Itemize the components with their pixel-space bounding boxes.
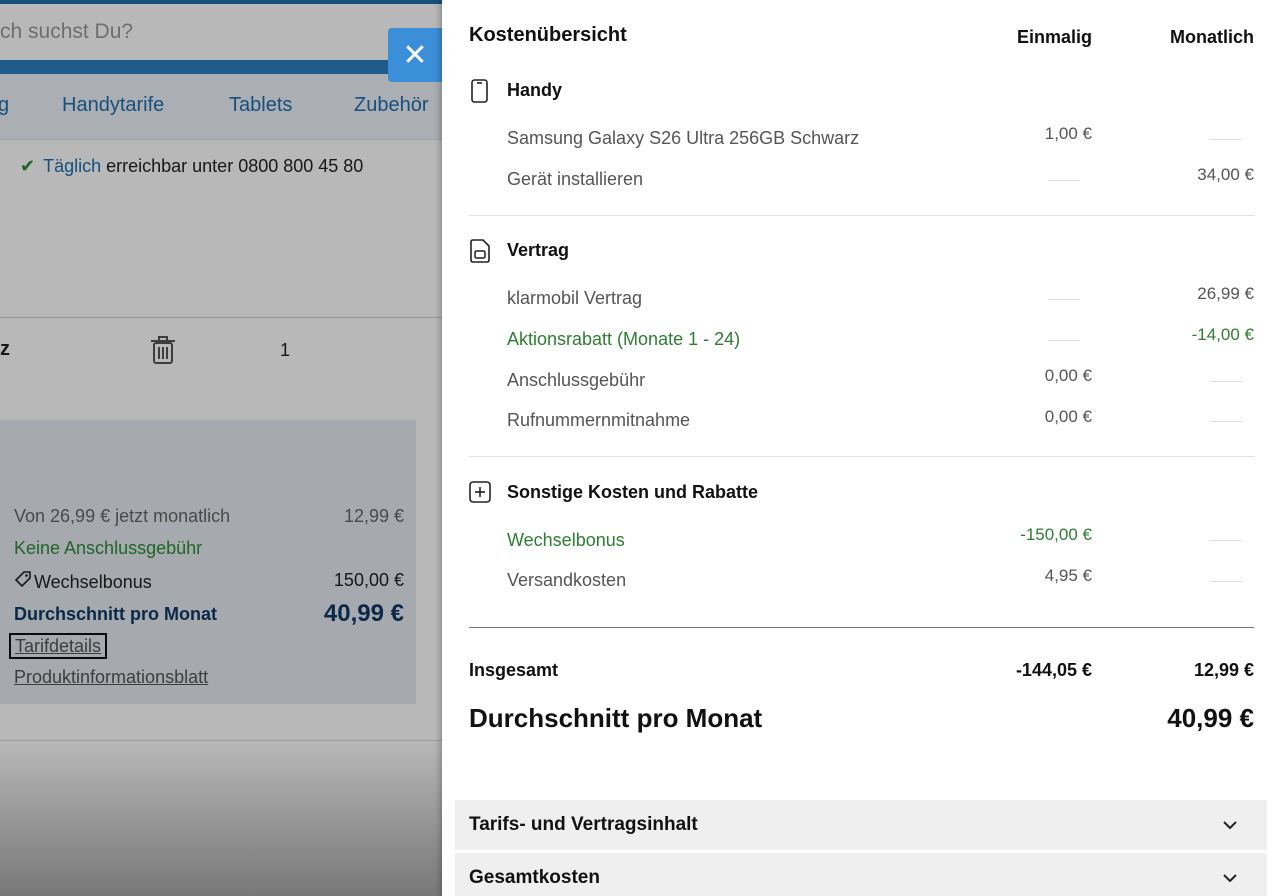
section-title-handy: Handy (507, 80, 563, 100)
cost-item-monthly: 26,99 € (1197, 284, 1254, 303)
accordion-label: Gesamtkosten (469, 867, 600, 888)
cost-overview-drawer: Kostenübersicht Einmalig Monatlich Handy… (442, 0, 1280, 896)
close-button[interactable]: ✕ (388, 28, 442, 82)
total-once: -144,05 € (1015, 660, 1092, 680)
cost-item-once: 0,00 € (1044, 407, 1092, 426)
cost-item-label: Samsung Galaxy S26 Ultra 256GB Schwarz (507, 128, 860, 148)
empty-value-dash (1210, 581, 1242, 582)
sim-card-icon (470, 239, 490, 263)
close-icon: ✕ (402, 38, 428, 72)
column-header-once: Einmalig (1016, 27, 1092, 47)
cost-item-once: 1,00 € (1044, 124, 1092, 143)
accordion-gesamtkosten[interactable]: Gesamtkosten (455, 853, 1267, 896)
drawer-title: Kostenübersicht (469, 24, 627, 46)
average-value: 40,99 € (1167, 703, 1254, 733)
total-label: Insgesamt (469, 660, 559, 680)
cost-item-once: 0,00 € (1044, 366, 1092, 385)
cost-item-monthly-discount: -14,00 € (1191, 325, 1254, 344)
empty-value-dash (1048, 180, 1080, 181)
chevron-down-icon (1223, 874, 1237, 883)
empty-value-dash (1210, 540, 1242, 541)
cost-item-label: Rufnummernmitnahme (507, 410, 691, 430)
cost-item-label: Versandkosten (507, 570, 627, 590)
empty-value-dash (1210, 381, 1242, 382)
plus-square-icon (469, 481, 491, 503)
cost-item-once-discount: -150,00 € (1020, 525, 1092, 544)
section-divider (469, 215, 1254, 216)
cost-item-monthly: 34,00 € (1197, 165, 1254, 184)
total-monthly: 12,99 € (1193, 660, 1254, 680)
phone-icon (471, 79, 488, 103)
empty-value-dash (1210, 139, 1242, 140)
total-divider (469, 627, 1254, 628)
section-divider (469, 456, 1254, 457)
empty-value-dash (1048, 340, 1080, 341)
cost-item-label-discount: Wechselbonus (507, 530, 625, 550)
empty-value-dash (1048, 299, 1080, 300)
cost-item-label: Anschlussgebühr (507, 370, 646, 390)
chevron-down-icon (1223, 821, 1237, 830)
cost-item-once: 4,95 € (1044, 566, 1092, 585)
accordion-label: Tarifs- und Vertragsinhalt (469, 814, 698, 835)
section-title-sonstige: Sonstige Kosten und Rabatte (507, 482, 759, 502)
cost-item-label-discount: Aktionsrabatt (Monate 1 - 24) (507, 329, 741, 349)
empty-value-dash (1210, 421, 1242, 422)
section-title-vertrag: Vertrag (507, 240, 570, 260)
accordion-tarifs-vertragsinhalt[interactable]: Tarifs- und Vertragsinhalt (455, 800, 1267, 850)
average-label: Durchschnitt pro Monat (469, 703, 763, 733)
cost-item-label: Gerät installieren (507, 169, 644, 189)
column-header-monthly: Monatlich (1170, 27, 1254, 47)
cost-item-label: klarmobil Vertrag (507, 288, 643, 308)
backdrop-shade (0, 740, 442, 896)
